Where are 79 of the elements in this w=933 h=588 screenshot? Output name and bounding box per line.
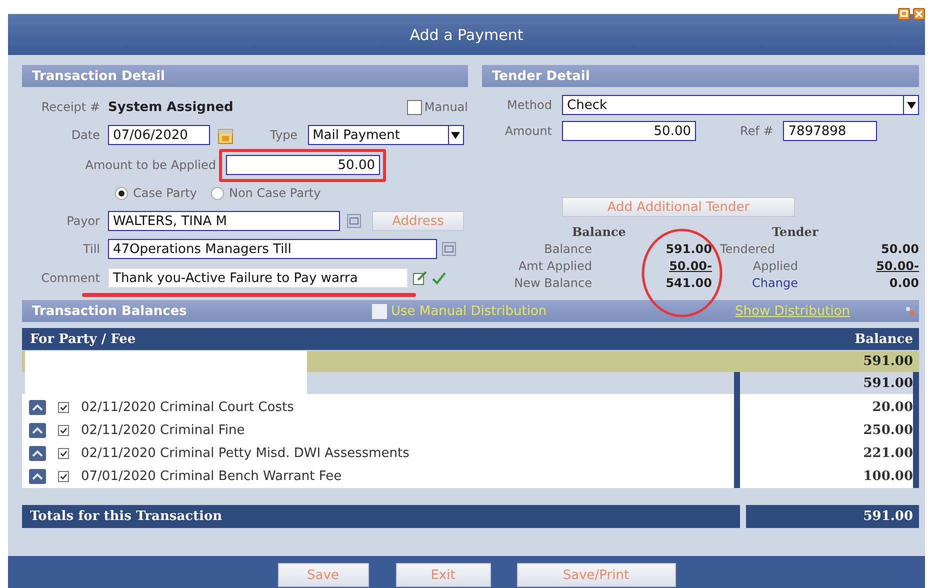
table-cell: 221.00: [863, 446, 913, 461]
fee-description: 02/11/2020 Criminal Court Costs: [81, 400, 294, 415]
checkbox[interactable]: [58, 402, 69, 413]
close-icon[interactable]: [913, 8, 925, 20]
summary-label: Amt Applied: [517, 259, 592, 273]
maximize-icon[interactable]: [898, 8, 910, 20]
collapse-icon[interactable]: [29, 423, 46, 438]
field-label: Date: [70, 128, 100, 142]
checkbox[interactable]: [372, 304, 387, 318]
amount-field[interactable]: 50.00: [562, 121, 696, 141]
column-header: For Party / Fee: [30, 332, 136, 346]
checkbox[interactable]: [407, 100, 422, 114]
type-dropdown[interactable]: Mail Payment: [308, 125, 464, 145]
lookup-icon[interactable]: [442, 242, 456, 256]
field-label: Amount: [504, 124, 552, 138]
radio-label: Non Case Party: [228, 186, 321, 200]
column-header: Balance: [854, 332, 913, 346]
collapse-icon[interactable]: [29, 400, 46, 415]
fee-description: 02/11/2020 Criminal Fine: [81, 423, 245, 438]
checkbox-label: Use Manual Distribution: [391, 304, 548, 318]
summary-value: 50.00-: [875, 259, 919, 273]
lookup-icon[interactable]: [347, 214, 361, 228]
table-cell: 591.00: [863, 376, 913, 390]
edit-icon[interactable]: [413, 271, 427, 285]
radio-label: Case Party: [133, 186, 197, 200]
party-row[interactable]: 591.00: [307, 351, 919, 372]
checkbox[interactable]: [58, 471, 69, 482]
payor-field[interactable]: WALTERS, TINA M: [108, 211, 340, 231]
receipt-value: System Assigned: [108, 100, 234, 114]
comment-field[interactable]: Thank you-Active Failure to Pay warra: [108, 268, 408, 288]
field-label: Till: [82, 242, 100, 256]
radio-button[interactable]: [115, 186, 128, 200]
column-heading: Balance: [571, 225, 627, 239]
section-title: Transaction Balances: [32, 304, 188, 318]
fee-description: 02/11/2020 Criminal Petty Misd. DWI Assessments: [81, 446, 410, 461]
method-dropdown[interactable]: Check: [562, 95, 919, 115]
summary-label: Tendered: [719, 242, 776, 256]
summary-value: 541.00: [664, 276, 712, 290]
resize-icon[interactable]: [905, 306, 915, 316]
summary-label: New Balance: [513, 276, 592, 290]
totals-value: 591.00: [863, 509, 913, 524]
table-cell: 20.00: [872, 400, 913, 415]
spellcheck-icon[interactable]: [432, 271, 446, 285]
summary-value: 50.00-: [668, 259, 712, 273]
summary-value: 50.00: [880, 242, 919, 256]
summary-label: Applied: [752, 259, 798, 273]
window-title: Add a Payment: [410, 26, 524, 44]
dropdown-arrow-icon: [451, 132, 460, 138]
checkbox[interactable]: [58, 425, 69, 436]
date-field[interactable]: 07/06/2020: [108, 125, 210, 145]
collapse-icon[interactable]: [29, 446, 46, 461]
field-label: Amount to be Applied: [84, 158, 216, 172]
reference-field[interactable]: 7897898: [783, 121, 878, 141]
field-label: Receipt #: [40, 100, 100, 114]
amount-field[interactable]: 50.00: [226, 155, 380, 175]
collapse-icon[interactable]: [29, 469, 46, 484]
change-link[interactable]: Change: [712, 276, 798, 290]
summary-value: 0.00: [888, 276, 919, 290]
field-label: Ref #: [740, 124, 774, 138]
field-label: Comment: [40, 271, 100, 285]
radio-button[interactable]: [210, 186, 224, 200]
field-label: Payor: [66, 214, 100, 228]
fee-description: 07/01/2020 Criminal Bench Warrant Fee: [81, 469, 342, 484]
till-field[interactable]: 47Operations Managers Till: [108, 239, 437, 259]
column-heading: Tender: [771, 225, 820, 239]
section-header: Tender Detail: [482, 65, 919, 87]
table-cell: 250.00: [863, 423, 913, 438]
field-label: Method: [506, 98, 552, 112]
calendar-icon[interactable]: [218, 126, 233, 144]
checkbox[interactable]: [58, 448, 69, 459]
summary-value: 591.00: [664, 242, 712, 256]
checkbox-label: Manual: [424, 100, 468, 114]
table-cell: 100.00: [863, 469, 913, 484]
section-header: Transaction Detail: [22, 65, 468, 87]
table-cell: 591.00: [863, 354, 913, 369]
summary-label: Balance: [543, 242, 592, 256]
totals-label: Totals for this Transaction: [30, 509, 222, 524]
dropdown-arrow-icon: [906, 102, 916, 108]
field-label: Type: [270, 128, 298, 142]
